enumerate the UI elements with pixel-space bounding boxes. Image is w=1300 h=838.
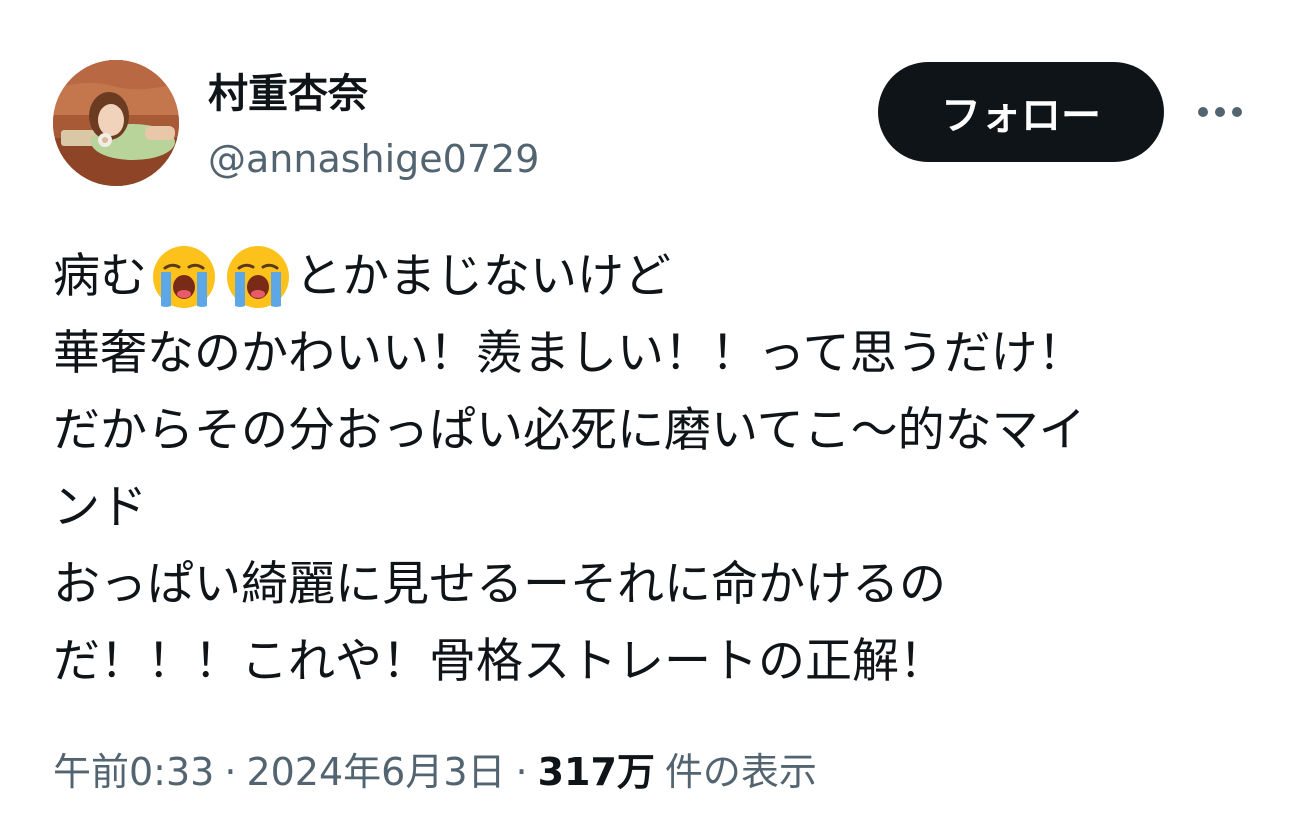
tweet-line-3: だからその分おっぱい必死に磨いてこ〜的なマイ <box>53 403 1086 458</box>
display-name[interactable]: 村重杏奈 <box>208 68 368 120</box>
meta-separator: · <box>515 750 528 794</box>
tweet-line-1: 病む とかまじないけど <box>53 238 1243 315</box>
more-horizontal-icon-dot <box>1232 107 1242 117</box>
loudly-crying-face-icon <box>227 245 289 308</box>
tweet-text-segment: 病む <box>53 249 147 304</box>
tweet-text-segment: とかまじないけど <box>295 249 671 304</box>
user-handle[interactable]: @annashige0729 <box>208 134 539 184</box>
views-count: 317万 <box>537 750 655 794</box>
post-time[interactable]: 午前0:33 <box>53 742 214 802</box>
avatar-photo <box>53 60 179 186</box>
tweet-line-4: ンド <box>53 480 147 535</box>
tweet-card: 村重杏奈 @annashige0729 フォロー 病む とかまじないけど 華奢な… <box>0 0 1300 838</box>
post-date[interactable]: 2024年6月3日 <box>246 742 505 802</box>
avatar[interactable] <box>53 60 179 186</box>
tweet-line-5: おっぱい綺麗に見せるーそれに命かけるの <box>53 557 946 612</box>
more-horizontal-icon <box>1198 107 1208 117</box>
more-horizontal-icon-dot <box>1215 107 1225 117</box>
tweet-text: 病む とかまじないけど 華奢なのかわいい！羨ましい！！って思うだけ！ だからその… <box>53 238 1243 700</box>
views-label: 件の表示 <box>664 750 817 794</box>
meta-separator: · <box>224 750 237 794</box>
tweet-line-2: 華奢なのかわいい！羨ましい！！って思うだけ！ <box>53 326 1085 381</box>
tweet-meta: 午前0:33 · 2024年6月3日 · 317万 件の表示 <box>53 742 817 802</box>
follow-button[interactable]: フォロー <box>878 62 1164 162</box>
tweet-line-6: だ！！！これや！骨格ストレートの正解！ <box>53 634 946 689</box>
more-options-button[interactable] <box>1190 88 1250 136</box>
loudly-crying-face-icon <box>153 245 215 308</box>
